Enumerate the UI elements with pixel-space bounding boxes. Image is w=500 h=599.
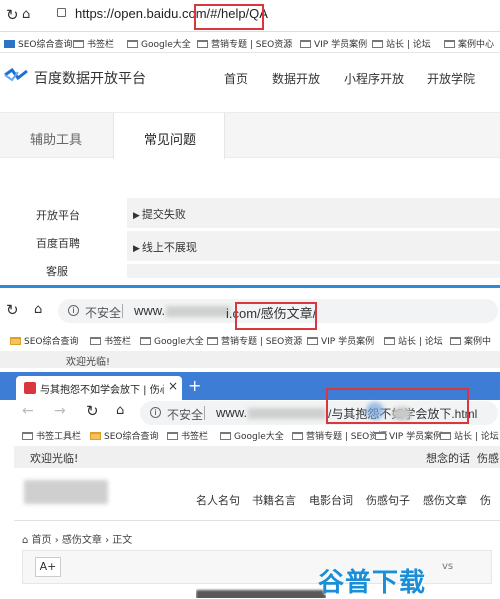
bookmark-item[interactable]: VIP 学员案例 [307,334,374,347]
highlight-box [194,4,264,30]
nav-data-open[interactable]: 数据开放 [272,70,320,87]
caret-right-icon: ▶ [133,211,140,221]
favicon-icon [24,382,36,394]
url-separator [204,406,205,420]
divider [14,520,500,521]
nav-item[interactable]: 伤 [480,492,491,508]
home-icon[interactable]: ⌂ [116,403,124,418]
refresh-icon[interactable]: ↻ [86,402,99,420]
nav-item[interactable]: 伤感句子 [366,492,410,508]
article-welcome-bar: 欢迎光临! 想念的话 伤感 [14,446,500,468]
bookmark-item[interactable]: 营销专题 | SEO资源 [292,429,387,442]
welcome-text: 欢迎光临! [30,452,79,465]
refresh-icon[interactable]: ↻ [6,6,19,24]
info-icon: i [150,407,161,418]
url-separator [122,304,123,318]
nav-item[interactable]: 电影台词 [309,492,353,508]
third-bookmarks-bar: 书签工具栏 SEO综合查询 书签栏 Google大全 营销专题 | SEO资源 … [0,426,500,444]
nav-item[interactable]: 书籍名言 [252,492,296,508]
insecure-label: 不安全 [85,306,122,320]
bookmark-item[interactable]: 营销专题 | SEO资源 [197,37,292,50]
site-title[interactable]: 百度数据开放平台 [34,68,146,88]
sidebar-item-platform[interactable]: 开放平台 [36,207,80,223]
bookmark-item[interactable]: SEO综合查询 [4,37,72,50]
welcome-strip: 欢迎光临! [0,351,500,368]
bookmark-item[interactable]: 书签栏 [73,37,114,50]
tab-faq-label: 常见问题 [144,133,197,148]
bookmark-item[interactable]: VIP 学员案例 [375,429,442,442]
top-bookmarks-bar: SEO综合查询 书签栏 Google大全 营销专题 | SEO资源 VIP 学员… [0,33,500,53]
breadcrumb-text[interactable]: 首页 › 感伤文章 › 正文 [32,535,133,546]
bookmark-item[interactable]: 站长 | 论坛 [372,37,431,50]
bookmark-item[interactable]: Google大全 [220,429,284,442]
nav-item[interactable]: 感伤文章 [423,492,467,508]
divider-blue [0,285,500,288]
bookmark-item[interactable]: SEO综合查询 [10,334,78,347]
article-title-peek [196,588,326,598]
bookmark-item[interactable]: 案例中 [450,334,491,347]
insecure-label: 不安全 [167,408,204,422]
home-breadcrumb-icon: ⌂ [22,535,29,546]
caret-right-icon: ▶ [133,244,140,254]
article-nav: 名人名句 书籍名言 电影台词 伤感句子 感伤文章 伤 [0,492,500,512]
bookmark-item[interactable]: 站长 | 论坛 [440,429,499,442]
bookmark-item[interactable]: 书签栏 [90,334,131,347]
url-prefix: www. [134,303,166,318]
tab-faq-active[interactable]: 常见问题 [113,113,225,159]
nav-item[interactable]: 名人名句 [196,492,240,508]
bookmark-item[interactable]: 营销专题 | SEO资源 [207,334,302,347]
baidu-logo-icon [4,68,28,82]
bookmark-item[interactable]: 书签栏 [167,429,208,442]
faq-item-partial [127,264,500,278]
bookmark-item[interactable]: VIP 学员案例 [300,37,367,50]
bookmark-item[interactable]: SEO综合查询 [90,429,158,442]
back-icon[interactable]: ← [22,403,34,419]
home-icon[interactable]: ⌂ [34,302,42,317]
bookmark-item[interactable]: 站长 | 论坛 [384,334,443,347]
sidebar-item-service[interactable]: 客服 [46,263,68,279]
browser-tab-active[interactable]: 与其抱怨不如学会放下 | 伤心的 × [16,376,182,400]
lock-icon [57,8,66,17]
close-tab-icon[interactable]: × [168,379,178,393]
tab-strip: 辅助工具 常见问题 [0,112,500,159]
blurred-domain [248,408,326,419]
breadcrumb: ⌂ 首页 › 感伤文章 › 正文 [22,531,132,546]
watermark-text: 谷普下载 [318,568,427,598]
refresh-icon[interactable]: ↻ [6,301,19,319]
bookmark-item[interactable]: Google大全 [127,37,191,50]
highlight-box [235,302,317,330]
tab-title: 与其抱怨不如学会放下 | 伤心的 [40,385,164,396]
header-right-text[interactable]: 想念的话 伤感 [426,450,499,466]
bookmark-item[interactable]: 书签工具栏 [22,429,81,442]
nav-academy[interactable]: 开放学院 [427,70,475,87]
second-bookmarks-bar: SEO综合查询 书签栏 Google大全 营销专题 | SEO资源 VIP 学员… [0,331,500,349]
blurred-domain [166,306,230,317]
sidebar-item-baipin[interactable]: 百度百聘 [36,235,80,251]
baidu-header: 百度数据开放平台 首页 数据开放 小程序开放 开放学院 [0,54,500,100]
nav-home[interactable]: 首页 [224,70,248,87]
faq-item[interactable]: ▶ 提交失败 [127,198,500,228]
nav-miniprogram[interactable]: 小程序开放 [344,70,404,87]
highlight-box [326,388,469,424]
bookmark-item[interactable]: Google大全 [140,334,204,347]
new-tab-icon[interactable]: + [188,376,201,395]
watermark-logo: 谷普下载 [318,562,444,598]
forward-icon[interactable]: → [54,403,66,419]
bookmark-item[interactable]: 案例中心 [444,37,494,50]
url-prefix: www. [216,405,248,420]
home-icon[interactable]: ⌂ [22,7,30,22]
info-icon: i [68,305,79,316]
font-size-button[interactable]: A+ [35,557,61,577]
tab-tools[interactable]: 辅助工具 [30,129,82,148]
faq-item[interactable]: ▶ 线上不展现 [127,231,500,261]
welcome-text: 欢迎光临! [66,357,111,368]
